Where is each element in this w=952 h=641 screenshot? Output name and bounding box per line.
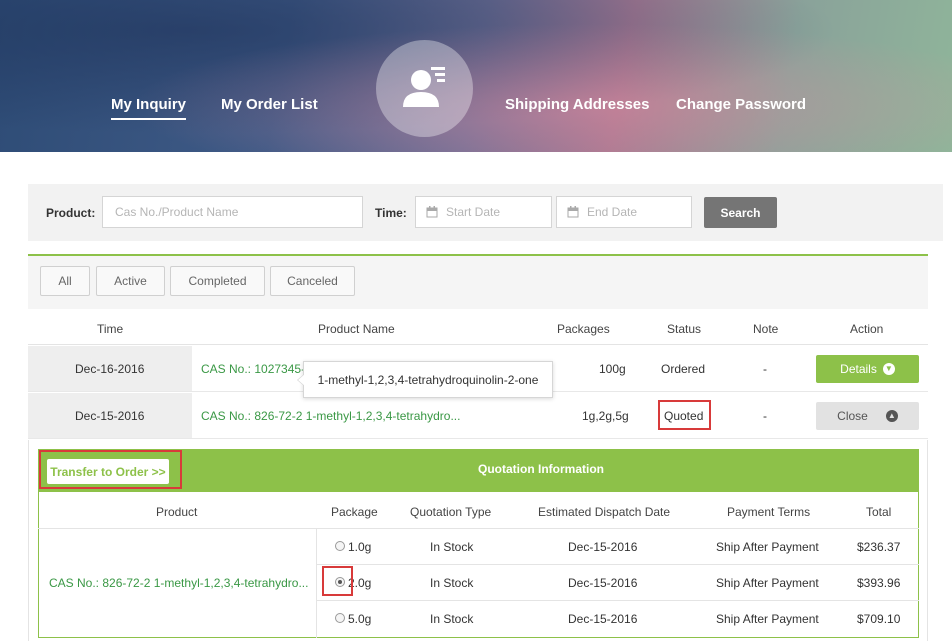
q-date: Dec-15-2016 <box>568 612 638 626</box>
filter-all[interactable]: All <box>40 266 90 296</box>
q-terms: Ship After Payment <box>716 540 819 554</box>
details-button[interactable]: Details ▼ <box>816 355 919 383</box>
nav-shipping-addresses[interactable]: Shipping Addresses <box>505 96 649 113</box>
q-total: $236.37 <box>857 540 901 554</box>
filter-canceled[interactable]: Canceled <box>270 266 355 296</box>
package-radio-5g[interactable] <box>335 613 345 623</box>
nav-change-password[interactable]: Change Password <box>676 96 806 113</box>
user-avatar-icon <box>402 66 445 107</box>
details-label: Details <box>840 362 877 376</box>
q-col-total: Total <box>866 505 892 519</box>
product-search-input[interactable] <box>102 196 363 228</box>
q-col-terms: Payment Terms <box>727 505 811 519</box>
filter-completed[interactable]: Completed <box>170 266 265 296</box>
q-package: 5.0g <box>348 612 372 626</box>
radio-highlight <box>322 566 353 596</box>
q-terms: Ship After Payment <box>716 576 819 590</box>
row-packages: 1g,2g,5g <box>582 409 629 423</box>
transfer-highlight <box>39 450 182 489</box>
q-type: In Stock <box>430 576 474 590</box>
nav-my-order-list[interactable]: My Order List <box>221 96 318 113</box>
q-total: $393.96 <box>857 576 901 590</box>
search-button[interactable]: Search <box>704 197 777 228</box>
avatar[interactable] <box>376 40 473 137</box>
row-note: - <box>763 409 767 423</box>
row-time: Dec-16-2016 <box>75 362 145 376</box>
product-label: Product: <box>46 206 96 220</box>
product-name-tooltip: 1-methyl-1,2,3,4-tetrahydroquinolin-2-on… <box>297 361 553 398</box>
q-total: $709.10 <box>857 612 901 626</box>
q-type: In Stock <box>430 540 474 554</box>
nav-my-inquiry[interactable]: My Inquiry <box>111 96 187 120</box>
q-col-type: Quotation Type <box>410 505 492 519</box>
col-note: Note <box>753 322 779 336</box>
q-col-product: Product <box>156 505 198 519</box>
chevron-up-icon: ▲ <box>885 410 898 422</box>
q-terms: Ship After Payment <box>716 612 819 626</box>
q-package: 1.0g <box>348 540 372 554</box>
close-button[interactable]: Close ▲ <box>816 402 919 430</box>
start-date-input[interactable]: Start Date <box>415 196 552 228</box>
time-label: Time: <box>375 206 407 220</box>
calendar-icon <box>567 206 579 218</box>
table-header <box>28 312 928 345</box>
header-banner <box>0 0 952 152</box>
q-col-dispatch: Estimated Dispatch Date <box>538 505 671 519</box>
col-packages: Packages <box>557 322 610 336</box>
row-product-link[interactable]: CAS No.: 1027345- <box>201 362 305 376</box>
row-status: Ordered <box>661 362 706 376</box>
row-note: - <box>763 362 767 376</box>
q-col-package: Package <box>331 505 378 519</box>
col-status: Status <box>667 322 702 336</box>
divider <box>316 600 919 601</box>
close-label: Close <box>837 409 868 423</box>
col-product-name: Product Name <box>318 322 395 336</box>
q-date: Dec-15-2016 <box>568 576 638 590</box>
q-type: In Stock <box>430 612 474 626</box>
col-action: Action <box>850 322 884 336</box>
row-product-link[interactable]: CAS No.: 826-72-2 1-methyl-1,2,3,4-tetra… <box>201 409 460 423</box>
calendar-icon <box>426 206 438 218</box>
quote-product-link[interactable]: CAS No.: 826-72-2 1-methyl-1,2,3,4-tetra… <box>49 576 308 590</box>
start-date-placeholder: Start Date <box>446 205 501 219</box>
end-date-placeholder: End Date <box>587 205 638 219</box>
package-radio-1g[interactable] <box>335 541 345 551</box>
status-highlight <box>658 400 711 430</box>
row-packages: 100g <box>599 362 626 376</box>
end-date-input[interactable]: End Date <box>556 196 692 228</box>
col-time: Time <box>97 322 124 336</box>
quotation-title: Quotation Information <box>478 462 604 476</box>
table-row <box>28 393 928 439</box>
divider <box>316 564 919 565</box>
divider <box>316 528 317 638</box>
row-time: Dec-15-2016 <box>75 409 145 423</box>
chevron-down-icon: ▼ <box>882 363 895 375</box>
divider <box>38 528 919 529</box>
q-date: Dec-15-2016 <box>568 540 638 554</box>
filter-active[interactable]: Active <box>96 266 165 296</box>
